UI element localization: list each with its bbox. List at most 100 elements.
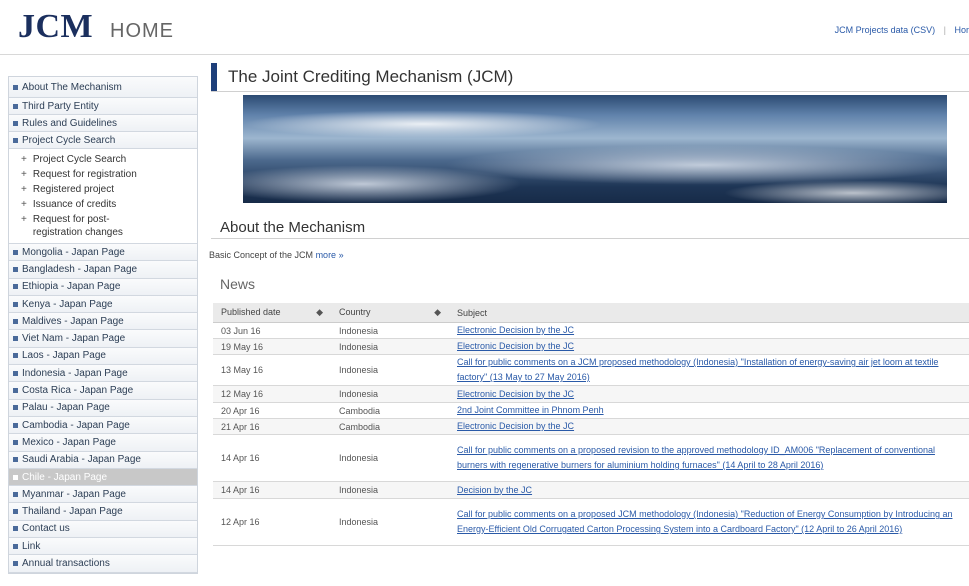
header-link-2[interactable]: Hor: [954, 25, 969, 35]
title-accent-bar: [211, 63, 217, 91]
submenu-item[interactable]: + Registered project: [21, 183, 197, 196]
sidebar-item[interactable]: Saudi Arabia - Japan Page: [9, 451, 197, 469]
bullet-square-icon: [13, 422, 18, 428]
sidebar-item-label: Project Cycle Search: [22, 134, 116, 146]
submenu-item-label: Project Cycle Search: [32, 154, 127, 165]
bullet-square-icon: [13, 491, 18, 497]
news-subject-link[interactable]: Electronic Decision by the JC: [449, 322, 969, 339]
sidebar-item[interactable]: About The Mechanism: [9, 77, 197, 98]
news-row: 12 Apr 16 Indonesia Call for public commen…: [213, 498, 969, 546]
submenu-item-label: Request for registration: [32, 169, 137, 180]
news-subject-link[interactable]: Electronic Decision by the JC: [449, 418, 969, 435]
news-subject-link[interactable]: Electronic Decision by the JC: [449, 338, 969, 355]
submenu-item[interactable]: + Request for post-registration changes: [21, 213, 151, 239]
bullet-square-icon: [13, 509, 18, 515]
sidebar-item[interactable]: Laos - Japan Page: [9, 347, 197, 366]
sidebar-item[interactable]: Mongolia - Japan Page: [9, 244, 197, 262]
bullet-square-icon: [13, 336, 18, 342]
bullet-square-icon: [13, 120, 18, 126]
news-subject-link[interactable]: Call for public comments on a proposed J…: [449, 498, 969, 546]
news-heading: News: [220, 276, 256, 292]
col-country[interactable]: Country ◆: [331, 303, 449, 323]
sidebar-item-label: Rules and Guidelines: [22, 117, 118, 129]
page-title: The Joint Crediting Mechanism (JCM): [228, 67, 514, 86]
csv-data-link[interactable]: JCM Projects data (CSV): [835, 25, 936, 35]
sidebar-item[interactable]: Myanmar - Japan Page: [9, 486, 197, 504]
header-divider: [0, 54, 969, 55]
sidebar-item[interactable]: Thailand - Japan Page: [9, 503, 197, 521]
more-link[interactable]: more »: [316, 250, 344, 260]
sidebar-item[interactable]: Costa Rica - Japan Page: [9, 382, 197, 400]
sidebar-item[interactable]: Palau - Japan Page: [9, 399, 197, 417]
sort-icon[interactable]: ◆: [434, 307, 441, 318]
sidebar-item-label: Annual transactions: [22, 557, 110, 569]
sidebar-item[interactable]: Ethiopia - Japan Page: [9, 278, 197, 296]
sidebar-item[interactable]: Kenya - Japan Page: [9, 295, 197, 314]
submenu-item[interactable]: + Project Cycle Search: [21, 153, 197, 166]
sidebar-item-label: Laos - Japan Page: [22, 350, 106, 362]
news-subject-link[interactable]: Call for public comments on a JCM propos…: [449, 354, 969, 386]
news-subject-link[interactable]: Decision by the JC: [449, 481, 969, 499]
news-country: Cambodia: [331, 402, 449, 419]
news-row: 19 May 16 Indonesia Electronic Decision by…: [213, 338, 969, 355]
sidebar-item-label: Viet Nam - Japan Page: [22, 333, 126, 345]
sidebar-item[interactable]: Project Cycle Search: [9, 132, 197, 149]
news-country: Cambodia: [331, 418, 449, 435]
sidebar-item[interactable]: Chile - Japan Page: [9, 468, 197, 487]
jcm-logo[interactable]: JCM: [18, 8, 93, 46]
sidebar-item-label: Chile - Japan Page: [22, 471, 108, 483]
news-row: 14 Apr 16 Indonesia Decision by the JC: [213, 481, 969, 499]
col-published-date[interactable]: Published date ◆: [213, 303, 331, 323]
news-date: 12 Apr 16: [213, 498, 331, 546]
sidebar-item[interactable]: Annual transactions: [9, 555, 197, 573]
bullet-square-icon: [13, 405, 18, 411]
news-date: 12 May 16: [213, 385, 331, 403]
submenu-item[interactable]: + Issuance of credits: [21, 198, 197, 211]
news-subject-link[interactable]: 2nd Joint Committee in Phnom Penh: [449, 402, 969, 419]
sidebar-item-label: Thailand - Japan Page: [22, 506, 123, 518]
sidebar-item[interactable]: Cambodia - Japan Page: [9, 416, 197, 435]
col-subject[interactable]: Subject: [449, 303, 969, 323]
sidebar-item-label: Cambodia - Japan Page: [22, 419, 130, 431]
sidebar-nav: About The Mechanism Third Party Entity Rul…: [8, 76, 198, 574]
sidebar-item[interactable]: Mexico - Japan Page: [9, 434, 197, 452]
plus-icon: +: [21, 184, 27, 195]
news-country: Indonesia: [331, 385, 449, 403]
news-country: Indonesia: [331, 338, 449, 355]
sidebar-item[interactable]: Link: [9, 538, 197, 556]
news-country: Indonesia: [331, 322, 449, 339]
home-link[interactable]: HOME: [110, 20, 174, 43]
sidebar-item[interactable]: Indonesia - Japan Page: [9, 365, 197, 383]
sidebar-item[interactable]: Maldives - Japan Page: [9, 313, 197, 331]
news-date: 14 Apr 16: [213, 481, 331, 499]
about-divider: [211, 238, 969, 239]
sidebar-item-label: Bangladesh - Japan Page: [22, 263, 138, 275]
news-country: Indonesia: [331, 354, 449, 386]
sidebar-item[interactable]: Rules and Guidelines: [9, 115, 197, 132]
sidebar-item-label: Palau - Japan Page: [22, 402, 110, 414]
news-row: 21 Apr 16 Cambodia Electronic Decision by …: [213, 418, 969, 435]
sidebar-item[interactable]: Viet Nam - Japan Page: [9, 330, 197, 348]
news-country: Indonesia: [331, 498, 449, 546]
basic-concept-text: Basic Concept of the JCM: [209, 250, 314, 260]
news-subject-link[interactable]: Electronic Decision by the JC: [449, 385, 969, 403]
bullet-square-icon: [13, 318, 18, 324]
news-row: 14 Apr 16 Indonesia Call for public commen…: [213, 434, 969, 482]
sidebar-item[interactable]: Bangladesh - Japan Page: [9, 261, 197, 279]
sidebar-item[interactable]: Contact us: [9, 520, 197, 539]
basic-concept-line: Basic Concept of the JCM more »: [209, 250, 344, 260]
sidebar-item-label: Saudi Arabia - Japan Page: [22, 454, 141, 466]
submenu-item[interactable]: + Request for registration: [21, 168, 197, 181]
news-row: 13 May 16 Indonesia Call for public commen…: [213, 354, 969, 386]
news-subject-link[interactable]: Call for public comments on a proposed r…: [449, 434, 969, 482]
news-header-row: Published date ◆ Country ◆ Subject: [213, 303, 969, 323]
plus-icon: +: [21, 199, 27, 210]
sidebar-item-label: Myanmar - Japan Page: [22, 488, 126, 500]
sidebar-item[interactable]: Third Party Entity: [9, 98, 197, 115]
news-row: 20 Apr 16 Cambodia 2nd Joint Committee in …: [213, 402, 969, 419]
bullet-square-icon: [13, 439, 18, 445]
sort-icon[interactable]: ◆: [316, 307, 323, 318]
bullet-square-icon: [13, 84, 18, 90]
bullet-square-icon: [13, 560, 18, 566]
bullet-square-icon: [13, 266, 18, 272]
